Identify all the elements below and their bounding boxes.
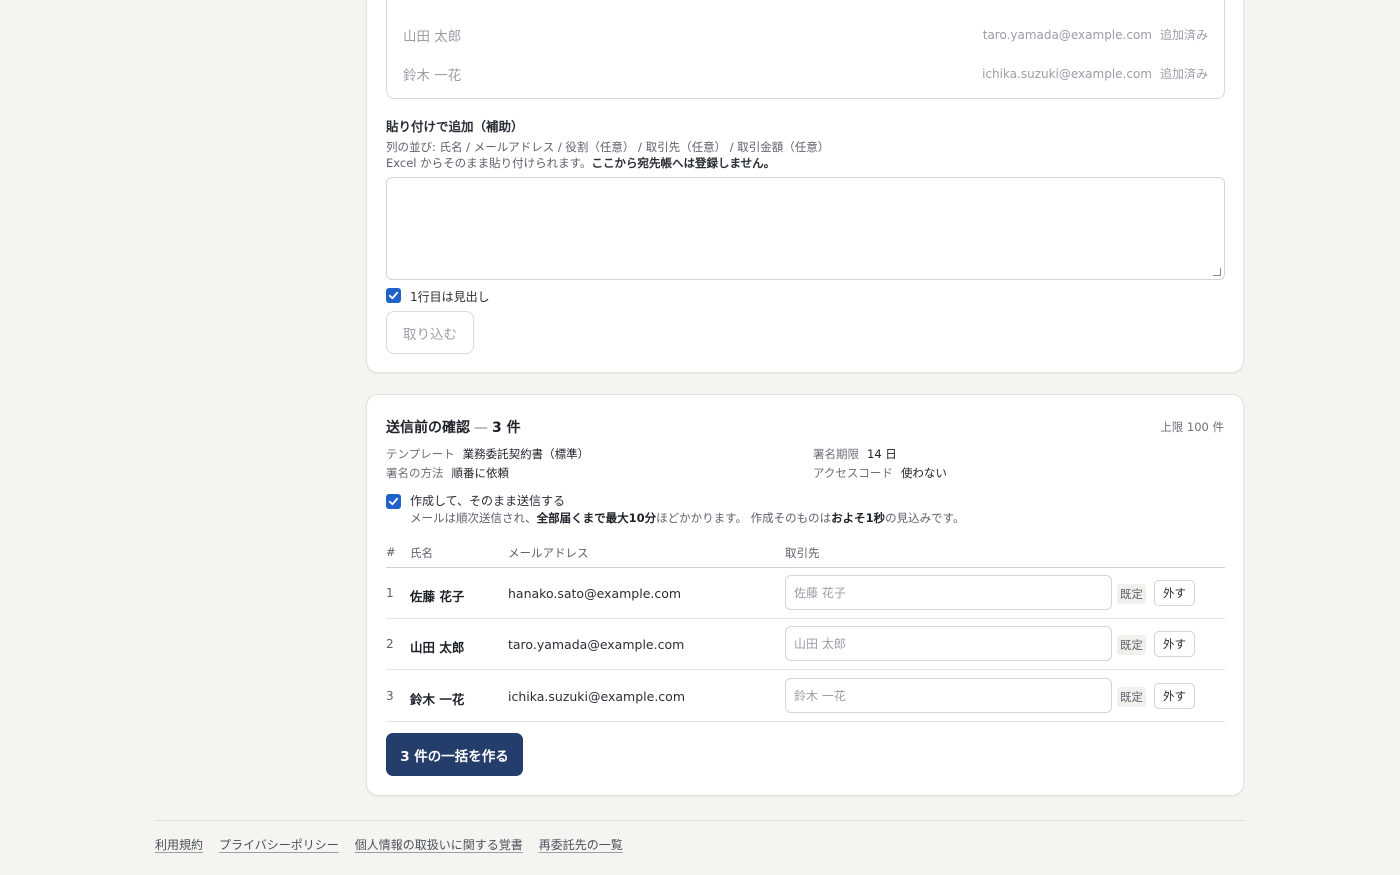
table-divider: [386, 567, 1225, 568]
confirm-count: 3 件: [492, 420, 521, 436]
create-batch-button[interactable]: 3 件の一括を作る: [386, 733, 523, 776]
footer-link-terms[interactable]: 利用規約: [155, 836, 203, 853]
row-name: 佐藤 花子: [410, 589, 465, 604]
row-divider: [386, 618, 1225, 619]
default-badge: 既定: [1117, 635, 1146, 655]
check-icon: [388, 497, 399, 506]
row-email: hanako.sato@example.com: [508, 586, 682, 601]
recipients-card: 山田 太郎 taro.yamada@example.com 追加済み 鈴木 一花…: [366, 0, 1244, 373]
recipient-name: 鈴木 一花: [403, 67, 462, 84]
send-now-checkbox-label: 作成して、そのまま送信する: [410, 494, 566, 508]
remove-button[interactable]: 外す: [1154, 580, 1195, 606]
recipient-email: ichika.suzuki@example.com: [982, 66, 1152, 81]
client-input[interactable]: [785, 575, 1112, 610]
row-number: 3: [386, 689, 394, 703]
recipient-name: 山田 太郎: [403, 28, 462, 45]
paste-textarea[interactable]: [386, 177, 1225, 280]
check-icon: [388, 291, 399, 300]
recipient-preview-list: 山田 太郎 taro.yamada@example.com 追加済み 鈴木 一花…: [386, 0, 1225, 99]
column-header-name: 氏名: [410, 546, 433, 560]
row-number: 2: [386, 637, 394, 651]
limit-label: 上限 100 件: [1160, 420, 1224, 434]
recipient-email: taro.yamada@example.com: [982, 27, 1152, 42]
remove-button[interactable]: 外す: [1154, 631, 1195, 657]
default-badge: 既定: [1117, 687, 1146, 707]
row-divider: [386, 669, 1225, 670]
confirm-title: 送信前の確認 —3 件: [386, 420, 521, 436]
row-email: ichika.suzuki@example.com: [508, 689, 685, 704]
client-input[interactable]: [785, 678, 1112, 713]
remove-button[interactable]: 外す: [1154, 683, 1195, 709]
client-input[interactable]: [785, 626, 1112, 661]
row-name: 山田 太郎: [410, 640, 465, 655]
footer-link-privacy[interactable]: プライバシーポリシー: [219, 836, 339, 853]
import-button[interactable]: 取り込む: [386, 311, 474, 354]
header-row-checkbox-label: 1行目は見出し: [410, 290, 490, 304]
list-item: 山田 太郎 taro.yamada@example.com 追加済み: [387, 15, 1224, 54]
resize-grip-icon[interactable]: [1213, 268, 1221, 276]
paste-column-hint: 列の並び: 氏名 / メールアドレス / 役割（任意） / 取引先（任意） / …: [386, 140, 830, 154]
recipient-status: 追加済み: [1159, 67, 1208, 81]
column-header-email: メールアドレス: [508, 546, 589, 560]
column-header-client: 取引先: [785, 546, 820, 560]
template-meta: テンプレート 業務委託契約書（標準）: [386, 447, 590, 461]
paste-section-title: 貼り付けで追加（補助）: [386, 119, 524, 134]
footer-links: 利用規約 プライバシーポリシー 個人情報の取扱いに関する覚書 再委託先の一覧: [155, 836, 623, 853]
deadline-meta: 署名期限 14 日: [813, 447, 897, 461]
list-item: 鈴木 一花 ichika.suzuki@example.com 追加済み: [387, 54, 1224, 93]
column-header-num: #: [386, 545, 396, 559]
footer-link-data-memo[interactable]: 個人情報の取扱いに関する覚書: [355, 836, 523, 853]
send-note: メールは順次送信され、全部届くまで最大10分ほどかかります。 作成そのものはおよ…: [410, 511, 965, 525]
footer-link-subcontractors[interactable]: 再委託先の一覧: [539, 836, 623, 853]
row-number: 1: [386, 586, 394, 600]
header-row-checkbox[interactable]: [386, 288, 401, 303]
row-divider: [386, 721, 1225, 722]
default-badge: 既定: [1117, 584, 1146, 604]
confirm-card: 送信前の確認 —3 件 上限 100 件 テンプレート 業務委託契約書（標準） 署名…: [366, 394, 1244, 796]
paste-excel-hint: Excel からそのまま貼り付けられます。ここから宛先帳へは登録しません。: [386, 156, 776, 170]
recipient-status: 追加済み: [1159, 28, 1208, 42]
row-email: taro.yamada@example.com: [508, 637, 685, 652]
method-meta: 署名の方法 順番に依頼: [386, 466, 509, 480]
access-code-meta: アクセスコード 使わない: [813, 466, 947, 480]
footer-divider: [155, 820, 1244, 821]
send-now-checkbox[interactable]: [386, 494, 401, 509]
row-name: 鈴木 一花: [410, 692, 465, 707]
